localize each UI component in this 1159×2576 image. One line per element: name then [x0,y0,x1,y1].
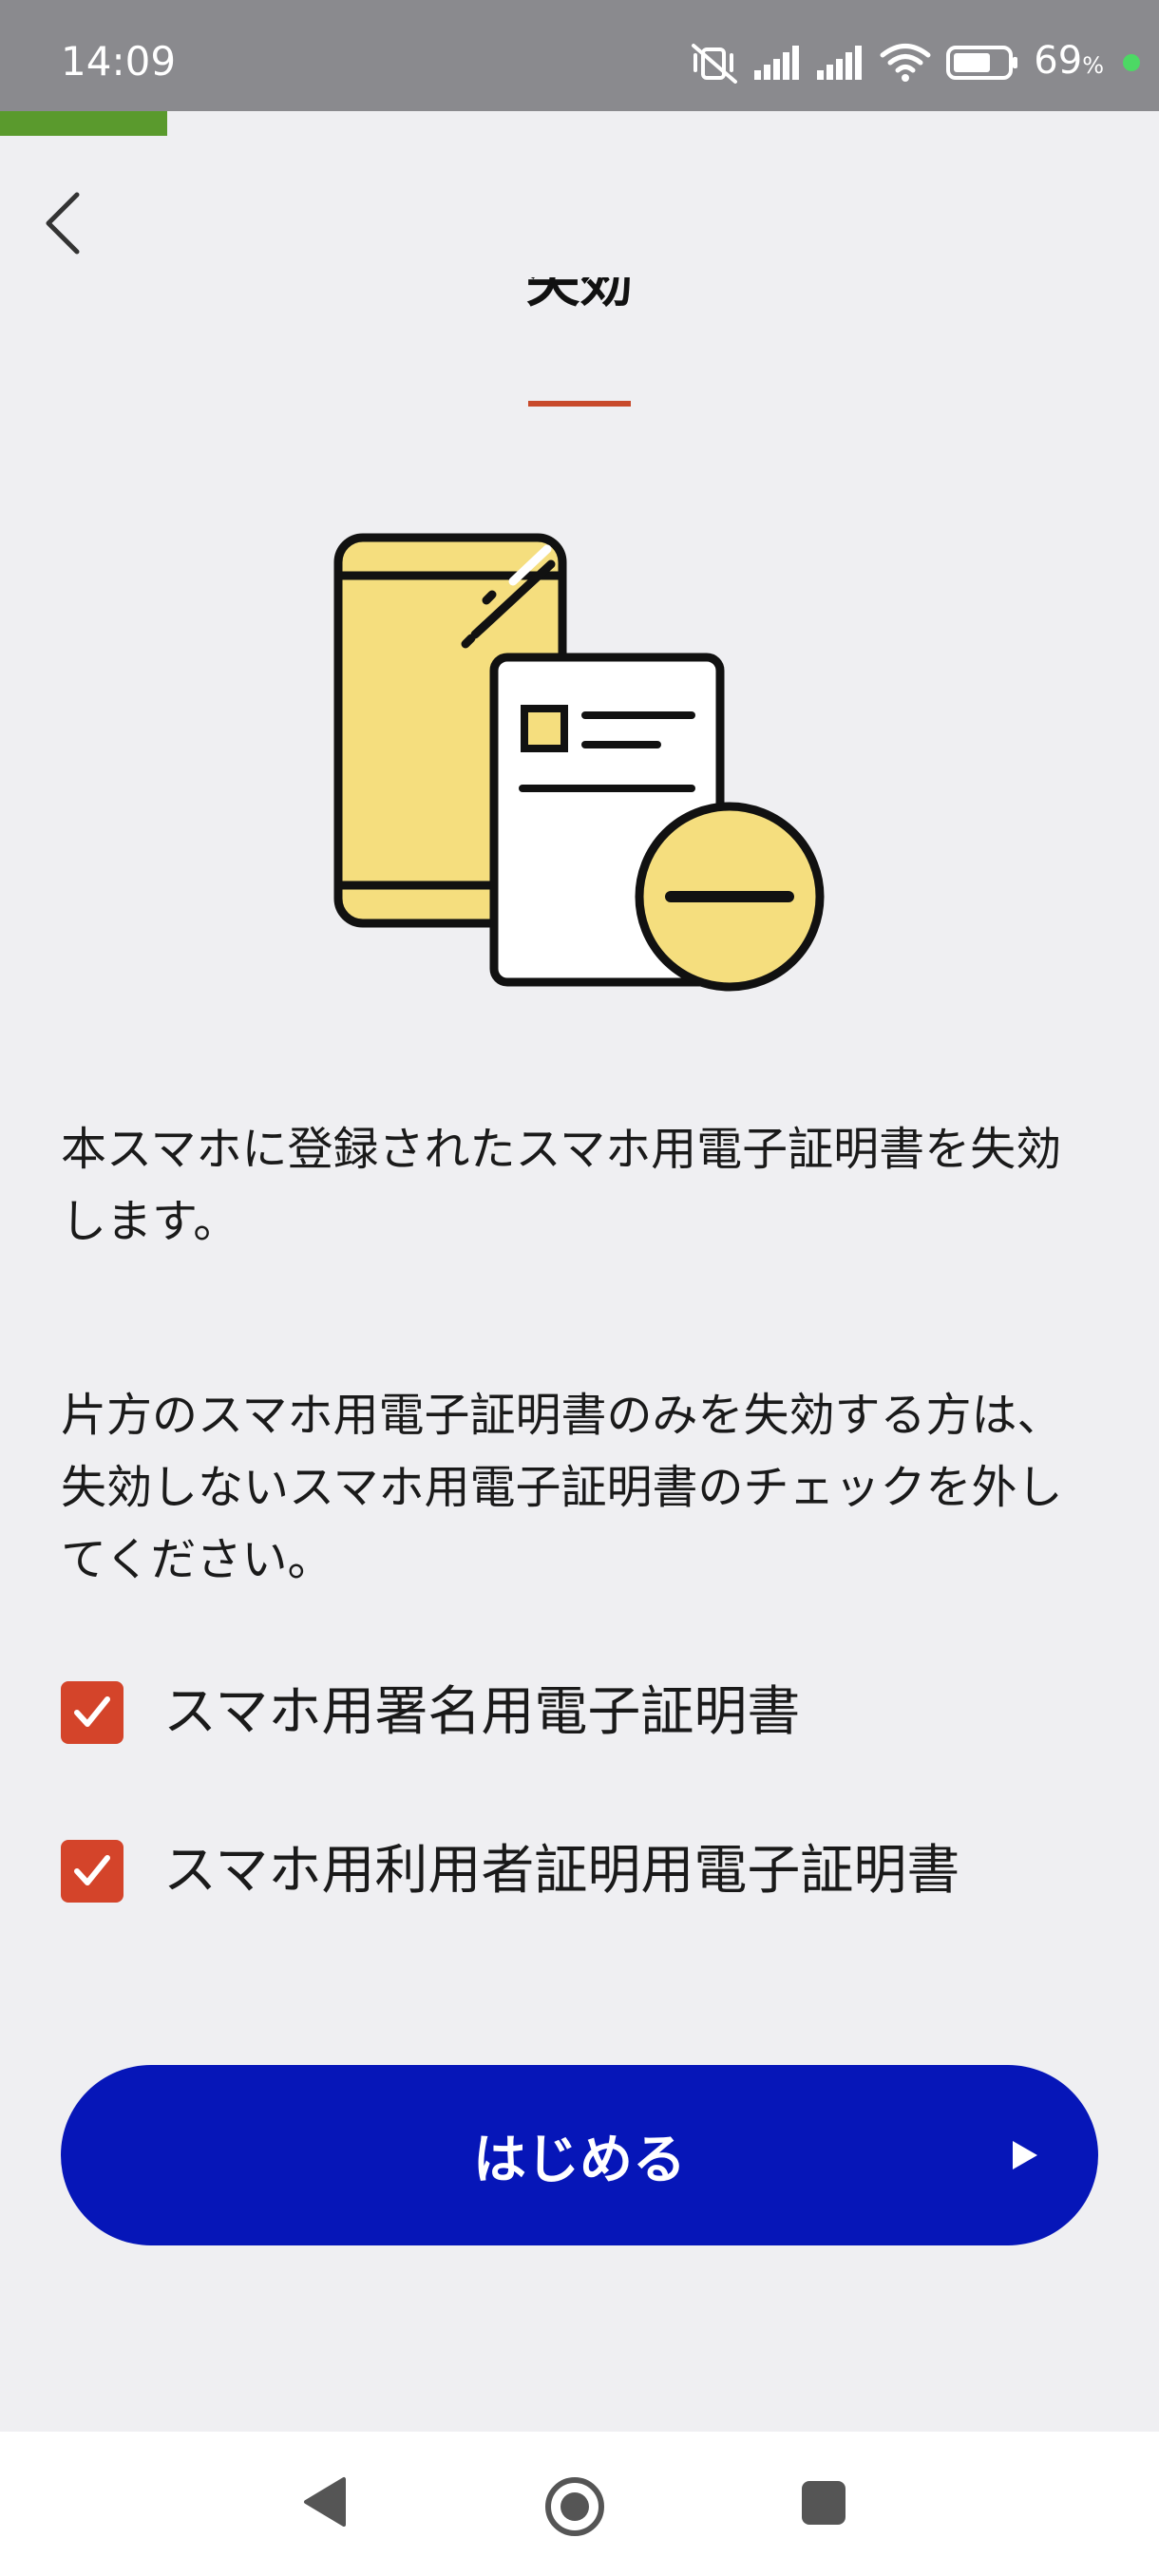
page-title: 失効 [526,277,633,314]
progress-bar [0,111,1159,136]
battery-icon [946,46,1018,80]
system-nav-bar [0,2432,1159,2576]
wifi-icon [880,44,931,82]
back-triangle-icon[interactable] [302,2475,348,2529]
checkmark-icon [74,1696,110,1727]
phone-certificate-revoke-icon [333,533,825,992]
mute-vibrate-icon [692,44,738,84]
recent-square-icon[interactable] [800,2479,847,2527]
checkbox[interactable] [61,1681,124,1744]
title-underline [528,401,631,407]
status-icons: 69% [690,34,1140,91]
back-button[interactable] [25,176,101,271]
signal-icon [817,46,863,80]
illustration [323,522,836,997]
status-bar: 14:09 69% [0,0,1159,111]
battery-percent: 69% [1034,38,1104,83]
progress-fill [0,111,167,136]
checkbox-user-certificate[interactable]: スマホ用利用者証明用電子証明書 [61,1838,960,1904]
chevron-left-icon [46,192,80,255]
checkbox-label: スマホ用利用者証明用電子証明書 [163,1840,960,1902]
description-text: 本スマホに登録されたスマホ用電子証明書を失効します。 [61,1123,1062,1248]
signal-icon [754,46,800,80]
play-icon [1013,2141,1037,2169]
instruction-text: 片方のスマホ用電子証明書のみを失効する方は、失効しないスマホ用電子証明書のチェッ… [61,1389,1063,1586]
checkbox-signature-certificate[interactable]: スマホ用署名用電子証明書 [61,1679,800,1746]
checkbox[interactable] [61,1840,124,1903]
home-circle-icon[interactable] [543,2475,606,2538]
checkbox-label: スマホ用署名用電子証明書 [163,1681,801,1743]
start-button[interactable]: はじめる [61,2065,1098,2245]
checkmark-icon [74,1855,110,1885]
start-button-label: はじめる [473,2129,686,2191]
status-time: 14:09 [61,38,177,85]
privacy-indicator-dot [1123,54,1140,71]
